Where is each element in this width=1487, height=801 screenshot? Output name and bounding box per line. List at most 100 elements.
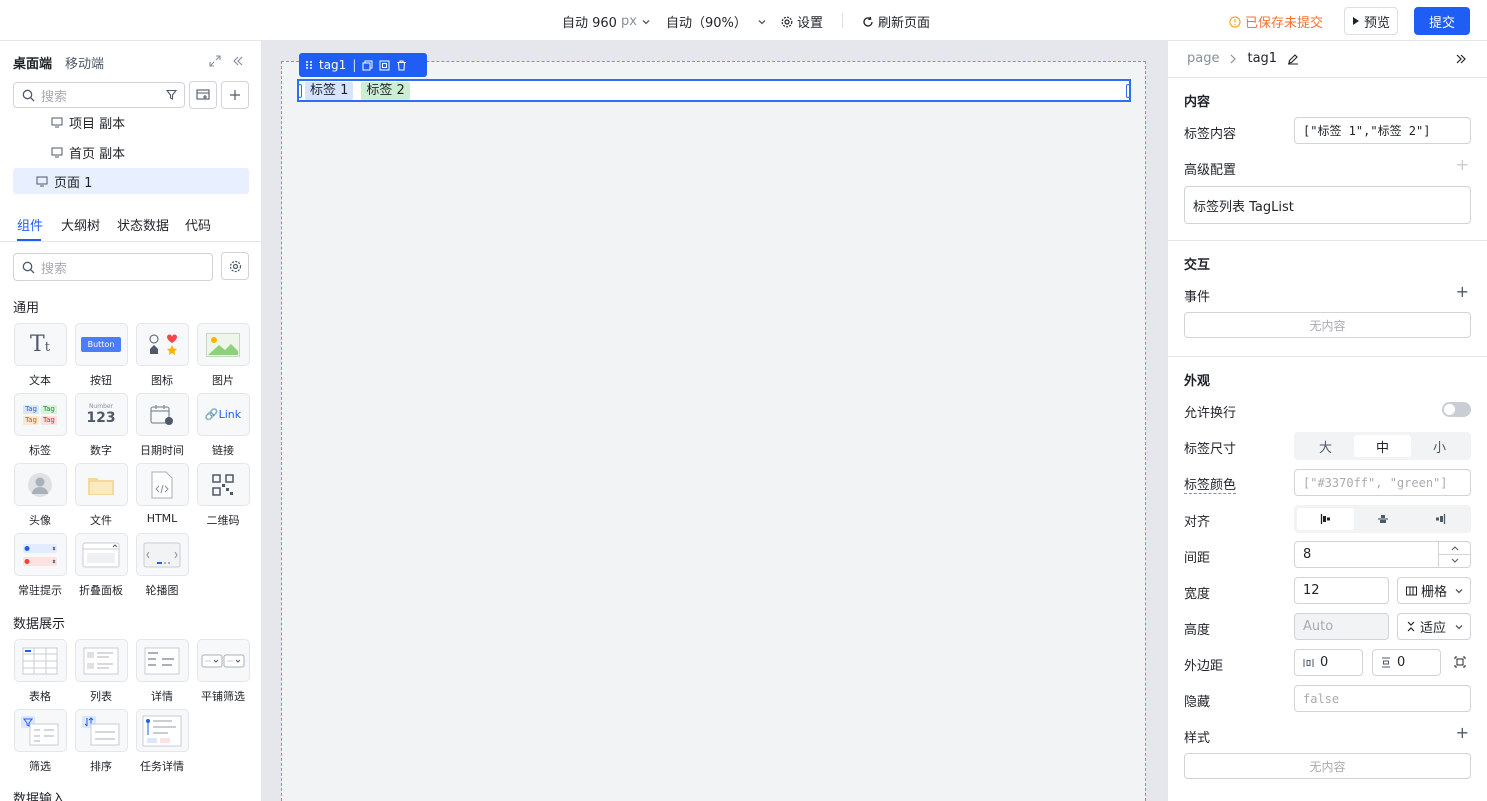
page-tree-item[interactable]: 项目 副本: [13, 109, 249, 135]
gear-icon: [229, 260, 242, 273]
wrap-toggle[interactable]: [1442, 402, 1471, 417]
tab-components[interactable]: 组件: [17, 215, 43, 234]
refresh-icon: [862, 16, 874, 28]
page-tree-item[interactable]: 首页 副本: [13, 139, 249, 165]
align-right-option[interactable]: [1411, 508, 1468, 530]
component-number[interactable]: Number 123 数字: [74, 393, 128, 458]
align-left-option[interactable]: [1297, 508, 1354, 530]
tab-desktop[interactable]: 桌面端: [13, 53, 52, 72]
tab-state-data[interactable]: 状态数据: [117, 215, 169, 234]
tag-chip[interactable]: 标签 1: [305, 81, 354, 100]
size-option-medium[interactable]: 中: [1354, 435, 1411, 457]
sort-thumbnail: [74, 709, 128, 752]
add-page-template-button[interactable]: [189, 81, 217, 109]
tag-list-component[interactable]: 标签 1 标签 2: [297, 79, 1131, 102]
refresh-page-button[interactable]: 刷新页面: [862, 12, 930, 31]
page-frame[interactable]: [281, 61, 1146, 801]
copy-icon[interactable]: [362, 60, 373, 71]
margin-expand-icon[interactable]: [1454, 656, 1466, 668]
edit-icon[interactable]: [1287, 53, 1299, 65]
tab-code[interactable]: 代码: [185, 215, 211, 234]
expand-icon[interactable]: [209, 55, 221, 67]
component-icon[interactable]: 图标: [135, 323, 189, 388]
component-tag[interactable]: Tag Tag Tag Tag 标签: [13, 393, 67, 458]
size-option-large[interactable]: 大: [1297, 435, 1354, 457]
component-button[interactable]: Button 按钮: [74, 323, 128, 388]
component-search-placeholder: 搜索: [41, 261, 68, 277]
zoom-dropdown[interactable]: 自动（90%）: [666, 12, 767, 31]
align-label: 对齐: [1184, 515, 1211, 530]
component-file[interactable]: 文件: [74, 463, 128, 528]
component-collapse[interactable]: 折叠面板: [74, 533, 128, 598]
filter-icon[interactable]: [166, 89, 178, 101]
margin-vertical-input[interactable]: 0: [1372, 649, 1441, 676]
resize-handle-left[interactable]: [298, 84, 302, 98]
size-option-small[interactable]: 小: [1411, 435, 1468, 457]
component-image[interactable]: 图片: [196, 323, 250, 388]
submit-button[interactable]: 提交: [1414, 7, 1470, 35]
component-tile-filter[interactable]: 平铺筛选: [196, 639, 250, 704]
component-avatar[interactable]: 头像: [13, 463, 67, 528]
preview-button[interactable]: 预览: [1344, 7, 1398, 35]
resize-handle-right[interactable]: [1126, 84, 1130, 98]
avatar-thumbnail: [13, 463, 67, 506]
component-detail[interactable]: 详情: [135, 639, 189, 704]
collapse-right-panel-icon[interactable]: [1455, 53, 1467, 65]
add-page-button[interactable]: [221, 81, 249, 109]
tab-mobile[interactable]: 移动端: [65, 53, 104, 72]
duplicate-icon[interactable]: [379, 60, 390, 71]
component-text[interactable]: Tt 文本: [13, 323, 67, 388]
component-list[interactable]: 列表: [74, 639, 128, 704]
collapse-panel-icon[interactable]: [232, 55, 244, 67]
width-mode-label: 栅格: [1421, 585, 1448, 600]
width-mode-select[interactable]: 栅格: [1397, 577, 1471, 604]
breadcrumb-page[interactable]: page: [1187, 51, 1219, 66]
component-label: 链接: [212, 444, 234, 457]
plus-icon[interactable]: +: [1456, 155, 1469, 174]
component-link[interactable]: 🔗Link 链接: [196, 393, 250, 458]
component-alert[interactable]: 常驻提示: [13, 533, 67, 598]
component-task-detail[interactable]: 任务详情: [135, 709, 189, 774]
component-filter[interactable]: 筛选: [13, 709, 67, 774]
tag-color-input[interactable]: ["#3370ff", "green"]: [1294, 469, 1471, 496]
chevron-down-icon[interactable]: [1439, 555, 1470, 567]
toolbar-separator: |: [352, 58, 357, 72]
page-search-input[interactable]: 搜索: [13, 82, 185, 108]
component-qrcode[interactable]: 二维码: [196, 463, 250, 528]
add-style-icon[interactable]: +: [1456, 723, 1469, 742]
hidden-input[interactable]: false: [1294, 685, 1471, 712]
add-event-icon[interactable]: +: [1456, 282, 1469, 301]
canvas-width-dropdown[interactable]: 自动 960 px: [562, 12, 651, 31]
height-mode-select[interactable]: 适应: [1397, 613, 1471, 640]
margin-horizontal-input[interactable]: 0: [1294, 649, 1363, 676]
align-segmented[interactable]: [1294, 505, 1471, 533]
component-table[interactable]: 表格: [13, 639, 67, 704]
page-tree-item-active[interactable]: 页面 1: [13, 168, 249, 194]
advanced-config-value[interactable]: 标签列表 TagList: [1184, 186, 1471, 224]
gap-stepper[interactable]: [1438, 542, 1470, 567]
delete-icon[interactable]: [396, 60, 407, 71]
component-html[interactable]: HTML: [135, 463, 189, 525]
tag-size-segmented[interactable]: 大 中 小: [1294, 432, 1471, 460]
gap-input[interactable]: 8: [1294, 541, 1471, 568]
height-input[interactable]: Auto: [1294, 613, 1389, 640]
list-thumbnail: [74, 639, 128, 682]
align-center-option[interactable]: [1354, 508, 1411, 530]
tab-outline[interactable]: 大纲树: [61, 215, 100, 234]
design-canvas[interactable]: tag1 | 标签 1 标签 2: [262, 41, 1167, 801]
tag-content-input[interactable]: ["标签 1","标签 2"]: [1294, 117, 1471, 144]
tag-chip[interactable]: 标签 2: [361, 81, 410, 100]
width-input[interactable]: 12: [1294, 577, 1389, 604]
component-settings-button[interactable]: [221, 252, 249, 280]
component-label: 按钮: [90, 374, 112, 387]
component-datetime[interactable]: 日期时间: [135, 393, 189, 458]
events-label: 事件: [1184, 290, 1211, 305]
settings-label: 设置: [797, 16, 824, 31]
section-data-display-title: 数据展示: [13, 617, 66, 632]
drag-handle-icon[interactable]: [305, 60, 313, 70]
settings-button[interactable]: 设置: [781, 12, 823, 31]
component-sort[interactable]: 排序: [74, 709, 128, 774]
component-search-input[interactable]: 搜索: [13, 253, 213, 281]
chevron-up-icon[interactable]: [1439, 542, 1470, 555]
component-carousel[interactable]: 轮播图: [135, 533, 189, 598]
